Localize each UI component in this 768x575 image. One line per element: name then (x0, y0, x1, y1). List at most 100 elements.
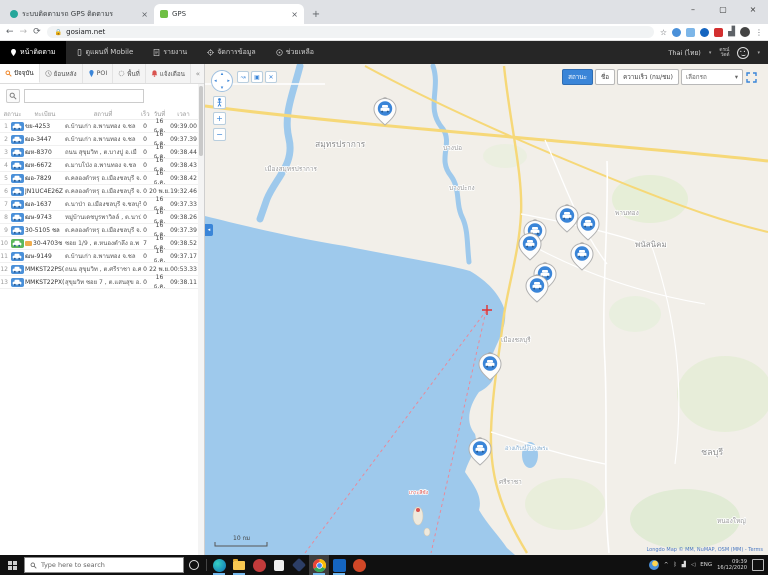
reload-icon[interactable]: ⟳ (33, 27, 41, 37)
taskbar-edge[interactable] (209, 555, 229, 575)
tab-poi[interactable]: POI (83, 64, 114, 83)
panel-collapse-icon[interactable]: « (192, 64, 204, 83)
taskbar-outlook[interactable] (329, 555, 349, 575)
taskbar-photos[interactable] (249, 555, 269, 575)
search-input[interactable] (24, 89, 144, 103)
row-index: 10 (0, 240, 9, 247)
extension-icon-3[interactable] (700, 28, 709, 37)
volume-icon[interactable]: ◁ (691, 562, 695, 568)
table-row[interactable]: 11ฒษ-9149ต.บ้านเก่า อ.พานทอง จ.ชล016 ธ.ค… (0, 250, 204, 263)
zoom-out-button[interactable]: − (213, 128, 226, 141)
vehicle-time: 09:38.52 (170, 240, 197, 247)
taskbar-clock[interactable]: 09:39 16/12/2020 (717, 559, 747, 571)
table-row[interactable]: 8ฒษ-9743หมู่บ้านเดชบูรพาวิลล์ , ต.นาป่า0… (0, 211, 204, 224)
zoom-in-button[interactable]: + (213, 112, 226, 125)
tray-expand-icon[interactable]: ^ (664, 562, 669, 568)
tab1-close-icon[interactable]: × (141, 10, 148, 19)
browser-tab-1[interactable]: ระบบติดตามรถ GPS ติดตามร × (4, 4, 154, 24)
poi-dot[interactable] (416, 508, 420, 512)
new-tab-button[interactable]: + (308, 6, 324, 22)
profile-avatar[interactable] (740, 27, 750, 37)
toggle-speed-button[interactable]: ความเร็ว (กม/ชม) (617, 69, 679, 85)
table-row[interactable]: 2ฒอ-3447ต.บ้านเก่า อ.พานทอง จ.ชล016 ธ.ค.… (0, 133, 204, 146)
forward-icon[interactable]: → (20, 27, 28, 37)
nav-reports[interactable]: รายงาน (143, 41, 197, 64)
vehicle-rows: 1ขย-4253ต.บ้านเก่า อ.พานทอง จ.ชล016 ธ.ค.… (0, 120, 204, 289)
map-canvas[interactable]: สมุทรปราการเมืองสมุทรปราการบางบ่อบางปะกง… (205, 64, 768, 555)
back-icon[interactable]: ← (6, 27, 14, 37)
vehicle-location: หมู่บ้านเดชบูรพาวิลล์ , ต.นาป่า (65, 212, 141, 222)
url-field[interactable]: 🔒 gosiam.net (47, 26, 654, 38)
tab-history[interactable]: ย้อนหลัง (40, 64, 83, 83)
vehicle-status-icon (11, 161, 24, 170)
language-caret-icon: ▾ (709, 50, 712, 56)
toggle-status-button[interactable]: สถานะ (562, 69, 593, 85)
taskbar-file-explorer[interactable] (229, 555, 249, 575)
map-pan-control[interactable]: ▴ ◂▸ ▾ (211, 70, 233, 92)
table-row[interactable]: 5ฒอ-7829ต.คลองตำหรุ อ.เมืองชลบุรี จ.016 … (0, 172, 204, 185)
action-center-icon[interactable] (752, 559, 764, 571)
map[interactable]: สมุทรปราการเมืองสมุทรปราการบางบ่อบางปะกง… (205, 64, 768, 555)
table-row[interactable]: 1ขย-4253ต.บ้านเก่า อ.พานทอง จ.ชล016 ธ.ค.… (0, 120, 204, 133)
close-tools-button[interactable]: ✕ (265, 71, 277, 83)
user-menu-caret-icon[interactable]: ▾ (757, 50, 760, 56)
taskbar-chrome[interactable] (309, 555, 329, 575)
row-index: 13 (0, 279, 9, 286)
user-avatar-icon[interactable] (737, 47, 749, 59)
window-controls: – ▢ × (678, 0, 768, 18)
start-button[interactable] (0, 555, 24, 575)
close-button[interactable]: × (738, 0, 768, 18)
extensions-puzzle-icon[interactable]: ▟ (728, 27, 735, 37)
maximize-button[interactable]: ▢ (708, 0, 738, 18)
table-row[interactable]: 7ฒล-1637ต.นาป่า อ.เมืองชลบุรี จ.ชลบุรี01… (0, 198, 204, 211)
bluetooth-icon[interactable]: ᛒ (673, 562, 676, 568)
browser-menu-icon[interactable]: ⋮ (755, 28, 762, 37)
search-button[interactable] (6, 89, 20, 103)
route-tool-button[interactable]: ↝ (237, 71, 249, 83)
table-row[interactable]: 12MMKST22PS(ถนน สุขุมวิท , ต.ศรีราชา อ.ศ… (0, 263, 204, 276)
adobe-extension-icon[interactable] (714, 28, 723, 37)
weather-tray-icon[interactable] (649, 560, 659, 570)
taskbar-search[interactable]: Type here to search (24, 557, 184, 573)
vehicle-select-dropdown[interactable]: เลือกรถ ▾ (681, 69, 743, 85)
table-row[interactable]: 13MMKST22PX(สุขุมวิท ซอย 7 , ต.แสนสุข อ.… (0, 276, 204, 289)
table-row[interactable]: 3ฒห-8370ถนน สุขุมวิท , ต.บางปู อ.เมื016 … (0, 146, 204, 159)
nav-mobile-map[interactable]: ดูแผนที่ Mobile (66, 41, 144, 64)
nav-help[interactable]: ช่วยเหลือ (266, 41, 324, 64)
table-row[interactable]: 930-5105 ชลต.คลองตำหรุ อ.เมืองชลบุรี จ.0… (0, 224, 204, 237)
table-row[interactable]: 6JN1UC4E26Zต.คลองตำหรุ อ.เมืองชลบุรี จ.0… (0, 185, 204, 198)
table-row[interactable]: 1030-4703ชซอย 1/9 , ต.หนองตำลึง อ.พ716 ธ… (0, 237, 204, 250)
nav-manage-data[interactable]: จัดการข้อมูล (197, 41, 265, 64)
panel-scrollbar-thumb[interactable] (199, 86, 203, 156)
tab-alerts[interactable]: แจ้งเตือน (146, 64, 191, 83)
taskbar-dropbox[interactable] (289, 555, 309, 575)
toggle-name-button[interactable]: ชื่อ (595, 69, 615, 85)
vehicle-location: ต.มาบโป่ง อ.พานทอง จ.ชล (65, 160, 141, 170)
extension-icon-2[interactable] (686, 28, 695, 37)
tab2-close-icon[interactable]: × (291, 10, 298, 19)
cortana-button[interactable] (184, 555, 204, 575)
vehicle-location: ต.บ้านเก่า อ.พานทอง จ.ชล (65, 251, 141, 261)
extension-icon-1[interactable] (672, 28, 681, 37)
language-selector[interactable]: Thai (ไทย) (668, 48, 700, 58)
nav-tracking[interactable]: หน้าติดตาม (0, 41, 66, 64)
vehicle-plate: MMKST22PS( (25, 266, 65, 273)
taskbar-powerpoint[interactable] (349, 555, 369, 575)
network-icon[interactable]: ▟ (682, 562, 686, 568)
minimize-button[interactable]: – (678, 0, 708, 18)
browser-tab-2[interactable]: GPS × (154, 4, 304, 24)
panel-scrollbar[interactable] (198, 84, 204, 555)
vehicle-time: 09:38.43 (170, 162, 197, 169)
keyboard-language[interactable]: ENG (700, 562, 712, 568)
tab-current[interactable]: ปัจจุบัน (0, 64, 40, 83)
map-collapse-button[interactable]: ◂ (205, 224, 213, 236)
layers-tool-button[interactable]: ▣ (251, 71, 263, 83)
table-row[interactable]: 4ฒห-6672ต.มาบโป่ง อ.พานทอง จ.ชล016 ธ.ค.0… (0, 159, 204, 172)
fullscreen-button[interactable] (745, 71, 758, 84)
pegman-button[interactable] (213, 96, 226, 109)
taskbar-store[interactable] (269, 555, 289, 575)
bookmark-star-icon[interactable]: ☆ (660, 28, 667, 37)
tab-area[interactable]: พื้นที่ (113, 64, 146, 83)
windows-taskbar: Type here to search ^ ᛒ ▟ ◁ ENG (0, 555, 768, 575)
taskbar-search-placeholder: Type here to search (41, 561, 105, 569)
